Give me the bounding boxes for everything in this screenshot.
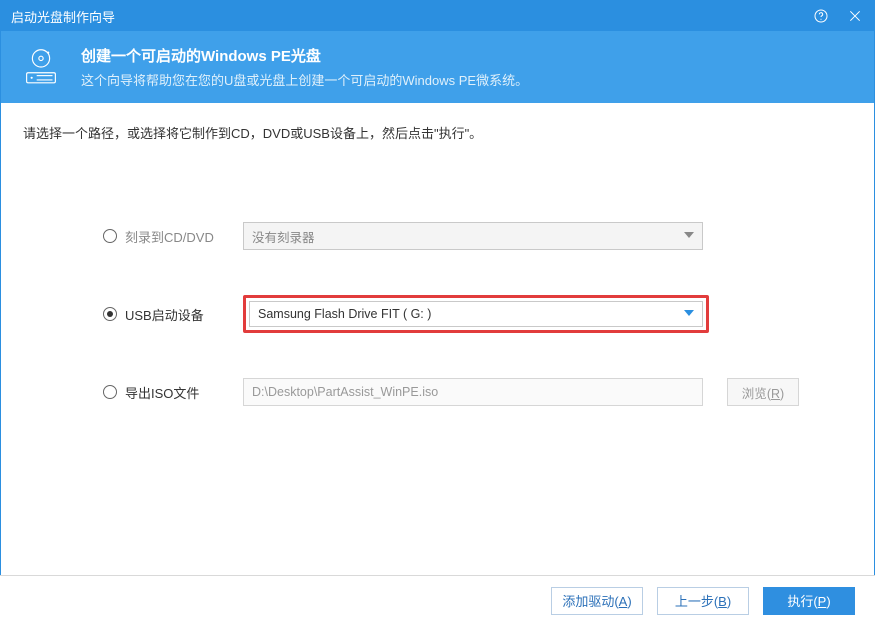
- radio-icon: [103, 385, 117, 399]
- usb-device-select[interactable]: Samsung Flash Drive FIT ( G: ): [249, 301, 703, 327]
- radio-label-iso: 导出ISO文件: [125, 383, 199, 402]
- btn-label: 执行(P): [787, 591, 830, 610]
- option-row-usb: USB启动设备 Samsung Flash Drive FIT ( G: ): [103, 295, 852, 333]
- cd-recorder-select: 没有刻录器: [243, 222, 703, 250]
- execute-button[interactable]: 执行(P): [763, 587, 855, 615]
- usb-highlight: Samsung Flash Drive FIT ( G: ): [243, 295, 709, 333]
- radio-label-cd: 刻录到CD/DVD: [125, 227, 214, 246]
- disc-device-icon: [17, 43, 65, 91]
- wizard-body: 请选择一个路径，或选择将它制作到CD，DVD或USB设备上，然后点击"执行"。 …: [1, 103, 874, 406]
- chevron-down-icon: [684, 229, 694, 243]
- usb-device-value: Samsung Flash Drive FIT ( G: ): [258, 307, 431, 321]
- radio-label-usb: USB启动设备: [125, 305, 204, 324]
- close-icon[interactable]: [846, 7, 864, 25]
- title-bar-controls: [812, 7, 864, 25]
- btn-label: 上一步(B): [675, 591, 731, 610]
- radio-iso[interactable]: 导出ISO文件: [103, 383, 243, 402]
- option-row-iso: 导出ISO文件 D:\Desktop\PartAssist_WinPE.iso …: [103, 378, 852, 406]
- help-icon[interactable]: [812, 7, 830, 25]
- add-driver-button[interactable]: 添加驱动(A): [551, 587, 643, 615]
- browse-button: 浏览(R): [727, 378, 799, 406]
- instruction-text: 请选择一个路径，或选择将它制作到CD，DVD或USB设备上，然后点击"执行"。: [23, 123, 852, 142]
- radio-usb[interactable]: USB启动设备: [103, 305, 243, 324]
- radio-icon: [103, 307, 117, 321]
- chevron-down-icon[interactable]: [684, 307, 694, 321]
- back-button[interactable]: 上一步(B): [657, 587, 749, 615]
- wizard-header-text: 创建一个可启动的Windows PE光盘 这个向导将帮助您在您的U盘或光盘上创建…: [81, 45, 528, 89]
- iso-path-input: D:\Desktop\PartAssist_WinPE.iso: [243, 378, 703, 406]
- options-group: 刻录到CD/DVD 没有刻录器 USB启动设备 Samsung Flash Dr…: [23, 222, 852, 406]
- browse-label: 浏览(R): [742, 383, 784, 402]
- wizard-title: 创建一个可启动的Windows PE光盘: [81, 45, 528, 66]
- wizard-subtitle: 这个向导将帮助您在您的U盘或光盘上创建一个可启动的Windows PE微系统。: [81, 70, 528, 89]
- wizard-header: 创建一个可启动的Windows PE光盘 这个向导将帮助您在您的U盘或光盘上创建…: [1, 31, 874, 103]
- btn-label: 添加驱动(A): [562, 591, 631, 610]
- option-row-cd: 刻录到CD/DVD 没有刻录器: [103, 222, 852, 250]
- iso-path-value: D:\Desktop\PartAssist_WinPE.iso: [252, 385, 438, 399]
- cd-recorder-field: 没有刻录器: [243, 222, 703, 250]
- title-bar: 启动光盘制作向导: [1, 1, 874, 31]
- window-title: 启动光盘制作向导: [11, 7, 812, 26]
- cd-recorder-value: 没有刻录器: [252, 227, 315, 246]
- radio-icon: [103, 229, 117, 243]
- radio-cd[interactable]: 刻录到CD/DVD: [103, 227, 243, 246]
- wizard-footer: 添加驱动(A) 上一步(B) 执行(P): [0, 575, 875, 625]
